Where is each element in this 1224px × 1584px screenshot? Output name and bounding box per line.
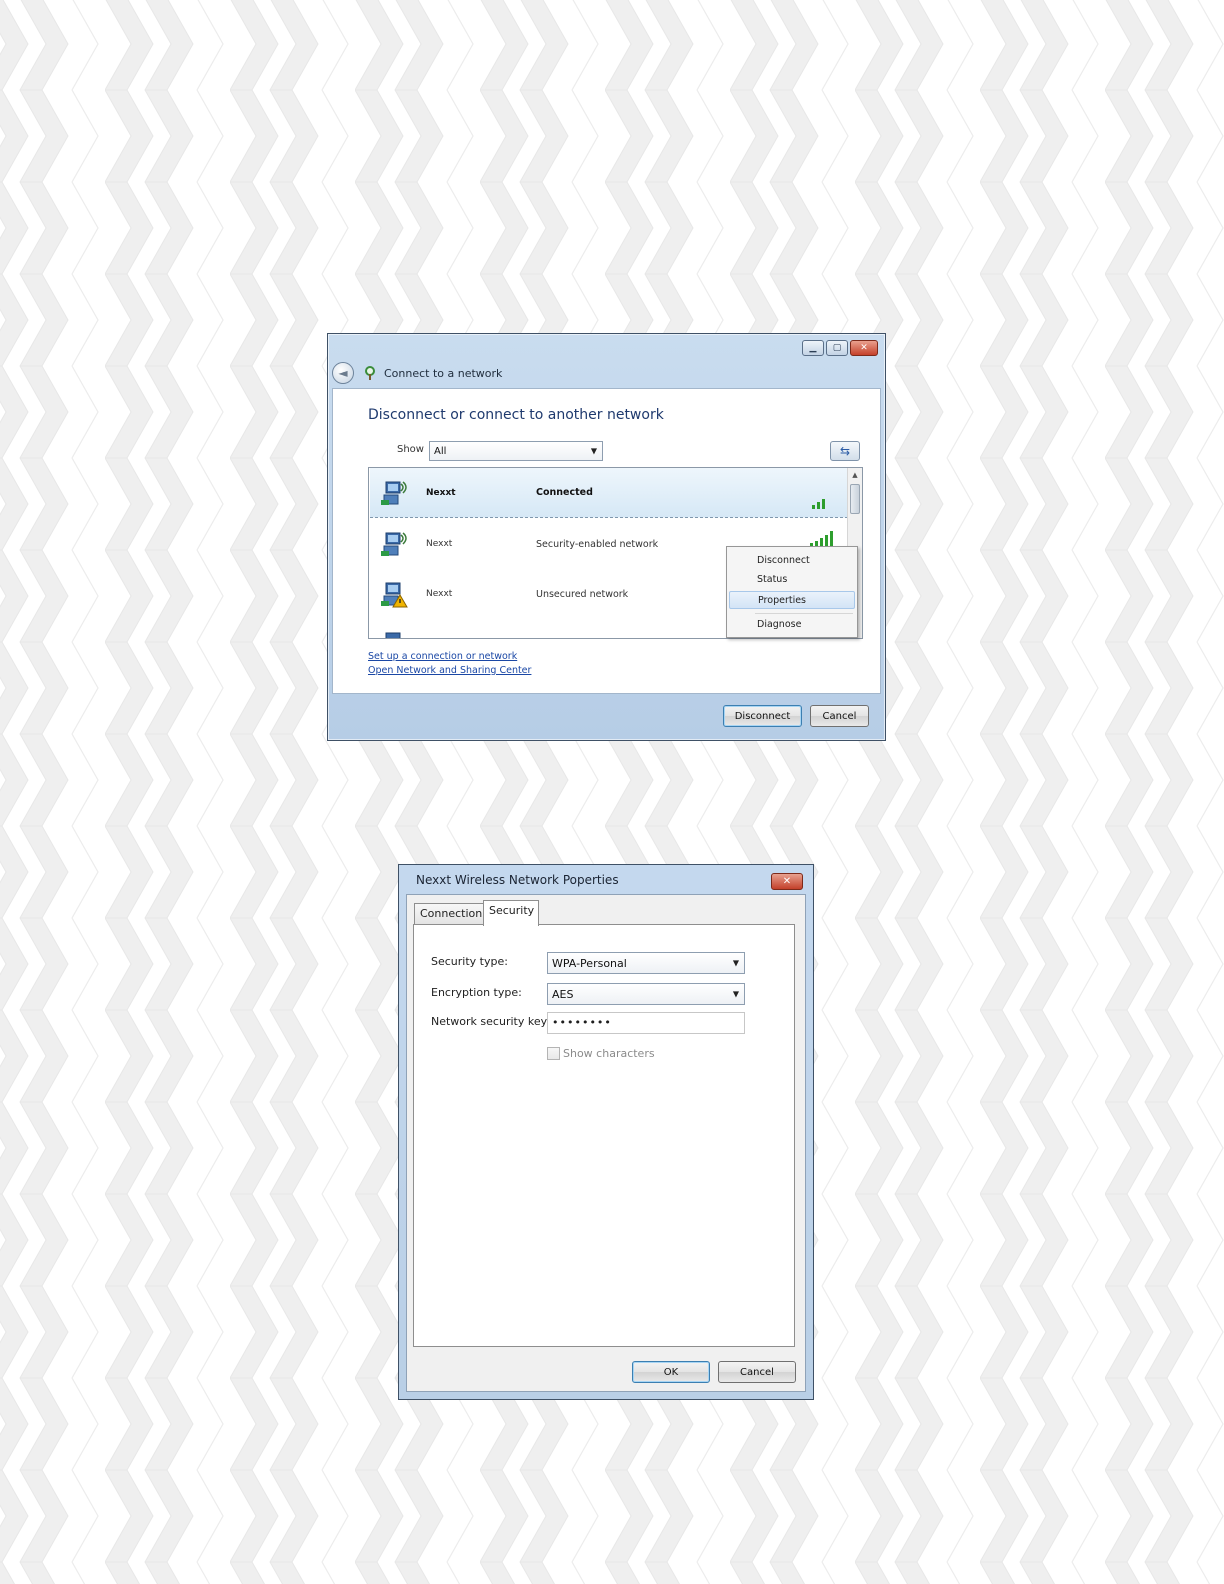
chevron-down-icon: ▼: [732, 989, 739, 999]
network-row[interactable]: Nexxt Connected: [370, 468, 848, 518]
wireless-network-icon: [381, 532, 407, 556]
show-filter-value: All: [434, 445, 447, 457]
encryption-type-label: Encryption type:: [431, 986, 522, 999]
network-name: Nexxt: [426, 539, 453, 549]
chevron-down-icon: ▼: [732, 958, 739, 968]
security-type-label: Security type:: [431, 955, 508, 968]
wireless-network-icon: [381, 481, 407, 505]
tab-connection[interactable]: Connection: [414, 903, 484, 925]
cancel-button[interactable]: Cancel: [810, 705, 869, 727]
scroll-thumb[interactable]: [850, 484, 860, 514]
window-content: Disconnect or connect to another network…: [332, 388, 881, 694]
menu-item-disconnect[interactable]: Disconnect: [757, 555, 810, 566]
page-heading: Disconnect or connect to another network: [368, 407, 664, 423]
show-characters-label: Show characters: [563, 1047, 655, 1060]
network-key-field[interactable]: ••••••••: [547, 1012, 745, 1034]
refresh-icon: ⇆: [839, 444, 851, 458]
menu-item-properties[interactable]: Properties: [729, 591, 855, 609]
signal-strength-icon: [810, 531, 833, 547]
network-status: Connected: [536, 487, 593, 498]
encryption-type-value: AES: [552, 987, 574, 1001]
ok-button[interactable]: OK: [632, 1361, 710, 1383]
menu-item-status[interactable]: Status: [757, 574, 787, 585]
window-title: Nexxt Wireless Network Poperties: [416, 873, 619, 887]
network-name: Nexxt: [426, 589, 453, 599]
security-type-dropdown[interactable]: WPA-Personal ▼: [547, 952, 745, 974]
menu-item-diagnose[interactable]: Diagnose: [757, 619, 801, 630]
connect-to-network-window: ▁ ▢ ✕ ◄ Connect to a network Disconnect …: [327, 333, 886, 741]
show-characters-row: Show characters: [547, 1047, 655, 1060]
dialog-body: Connection Security Security type: WPA-P…: [406, 894, 806, 1392]
maximize-button[interactable]: ▢: [826, 340, 848, 356]
back-arrow-icon[interactable]: ◄: [332, 362, 354, 384]
minimize-button[interactable]: ▁: [802, 340, 824, 356]
disconnect-button[interactable]: Disconnect: [723, 705, 802, 727]
cancel-button[interactable]: Cancel: [718, 1361, 796, 1383]
close-button[interactable]: ✕: [850, 340, 878, 356]
encryption-type-dropdown[interactable]: AES ▼: [547, 983, 745, 1005]
window-footer: Disconnect Cancel: [332, 696, 881, 736]
network-status: Unsecured network: [536, 588, 629, 600]
show-filter-dropdown[interactable]: All ▼: [429, 441, 603, 461]
chevron-down-icon: ▼: [590, 446, 597, 456]
menu-separator: [755, 613, 853, 614]
signal-strength-icon: [812, 499, 825, 509]
close-button[interactable]: ✕: [771, 873, 803, 890]
network-key-label: Network security key: [431, 1015, 548, 1028]
scroll-up-icon[interactable]: ▲: [848, 468, 862, 482]
show-characters-checkbox[interactable]: [547, 1047, 560, 1060]
refresh-button[interactable]: ⇆: [830, 441, 860, 461]
network-sharing-center-link[interactable]: Open Network and Sharing Center: [368, 665, 531, 676]
security-type-value: WPA-Personal: [552, 956, 627, 970]
network-name: Nexxt: [426, 487, 456, 498]
security-tab-panel: Security type: WPA-Personal ▼ Encryption…: [413, 924, 795, 1347]
properties-window: Nexxt Wireless Network Poperties ✕ Conne…: [398, 864, 814, 1400]
show-label: Show: [397, 444, 424, 455]
title-bar: ◄ Connect to a network: [332, 359, 881, 387]
unsecured-network-warning-icon: [381, 582, 408, 608]
network-status: Security-enabled network: [536, 538, 659, 550]
tab-security[interactable]: Security: [483, 900, 539, 926]
context-menu: Disconnect Status Properties Diagnose: [726, 546, 858, 638]
network-wizard-icon: [365, 366, 375, 380]
window-title: Connect to a network: [384, 366, 503, 380]
caption-buttons: ▁ ▢ ✕: [800, 340, 878, 356]
setup-connection-link[interactable]: Set up a connection or network: [368, 651, 517, 662]
wireless-network-icon: [385, 632, 401, 638]
